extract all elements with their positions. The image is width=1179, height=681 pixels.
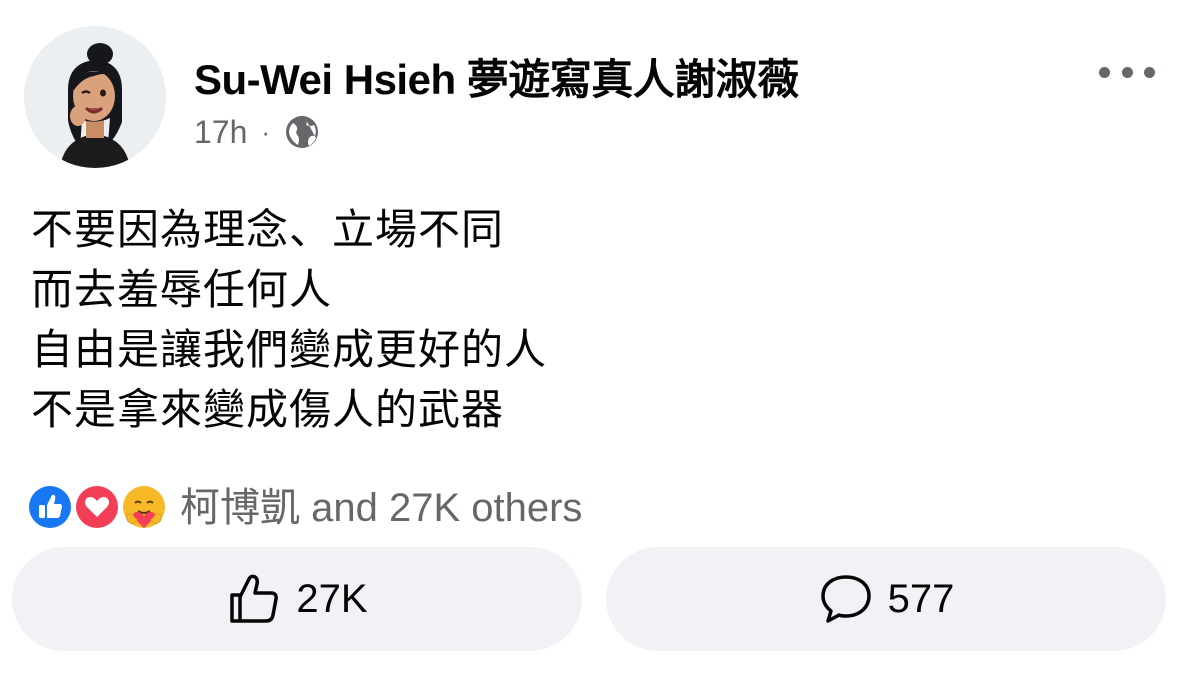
post-text-line: 不是拿來變成傷人的武器 (31, 386, 505, 433)
reactions-row[interactable]: 柯博凱 and 27K others (24, 475, 582, 533)
post-timestamp[interactable]: 17h (194, 114, 247, 151)
avatar-illustration (24, 26, 166, 168)
thumbs-up-icon (230, 574, 279, 623)
author-name[interactable]: Su-Wei Hsieh 夢遊寫真人謝淑薇 (194, 46, 799, 107)
avatar[interactable] (24, 26, 166, 168)
care-reaction-icon (118, 481, 170, 533)
comment-button[interactable]: 577 (606, 547, 1166, 651)
post-meta: 17h · (194, 110, 320, 154)
like-button[interactable]: 27K (12, 547, 582, 651)
more-dot (1121, 66, 1133, 78)
more-dot (1099, 66, 1110, 78)
post-text-line: 自由是讓我們變成更好的人 (31, 326, 548, 373)
facebook-post: Su-Wei Hsieh 夢遊寫真人謝淑薇 17h · 不要因為理念、立場不同 … (0, 0, 1179, 681)
post-text: 不要因為理念、立場不同 而去羞辱任何人 自由是讓我們變成更好的人 不是拿來變成傷… (31, 200, 547, 440)
post-text-line: 而去羞辱任何人 (31, 266, 333, 313)
comment-icon (820, 575, 871, 623)
reaction-icons (24, 478, 174, 533)
love-reaction-icon (71, 481, 123, 533)
like-reaction-icon (24, 481, 76, 533)
globe-icon[interactable] (284, 114, 320, 150)
post-text-line: 不要因為理念、立場不同 (31, 206, 505, 253)
more-dot (1144, 66, 1155, 78)
reaction-summary[interactable]: 柯博凱 and 27K others (180, 475, 582, 533)
meta-separator: · (261, 116, 271, 147)
more-horizontal-icon[interactable] (1099, 58, 1155, 86)
like-count: 27K (296, 576, 368, 621)
comment-count: 577 (887, 576, 955, 621)
